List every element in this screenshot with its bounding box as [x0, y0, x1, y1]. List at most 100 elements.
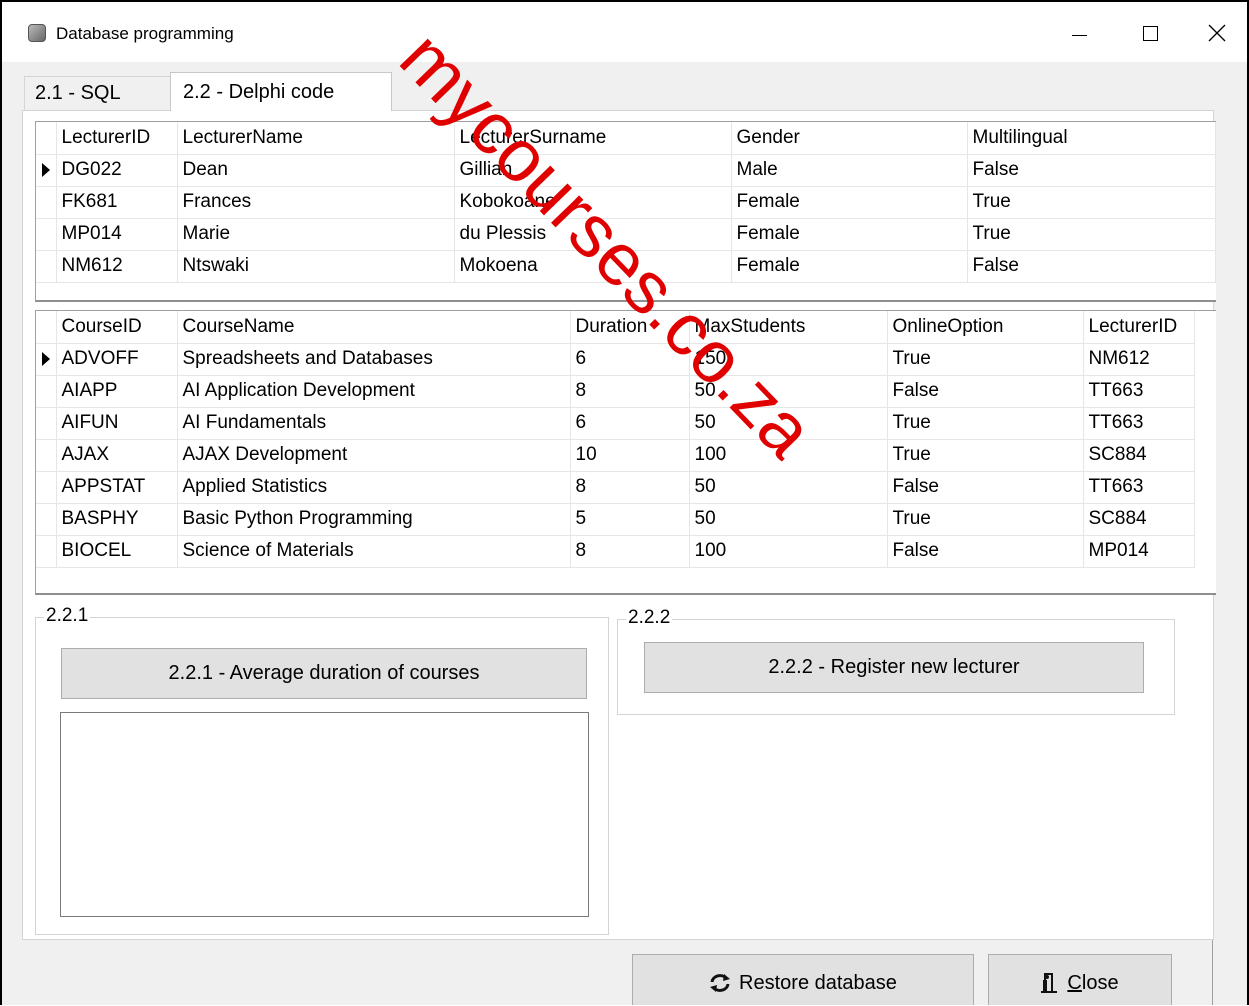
table-cell[interactable]: True	[887, 439, 1084, 472]
courses-grid[interactable]: CourseID CourseName Duration MaxStudents Onl…	[35, 310, 1216, 595]
table-cell[interactable]: True	[967, 218, 1216, 251]
table-cell[interactable]: AIAPP	[56, 375, 178, 408]
table-cell[interactable]: Female	[731, 218, 968, 251]
table-cell[interactable]: 8	[570, 375, 690, 408]
minimize-button[interactable]	[1056, 12, 1102, 52]
row-indicator	[36, 343, 57, 376]
table-cell[interactable]: 5	[570, 503, 690, 536]
table-cell[interactable]: Dean	[177, 154, 455, 187]
table-row[interactable]: BIOCEL Science of Materials 8 100 False MP014	[36, 535, 1195, 568]
table-cell[interactable]: 50	[689, 471, 888, 504]
table-cell[interactable]: Applied Statistics	[177, 471, 571, 504]
column-header[interactable]: MaxStudents	[689, 311, 888, 344]
column-header[interactable]: LecturerSurname	[454, 122, 732, 155]
tab-delphi-code[interactable]: 2.2 - Delphi code	[170, 72, 392, 111]
table-cell[interactable]: Gillian	[454, 154, 732, 187]
column-header[interactable]: LecturerID	[1083, 311, 1195, 344]
table-cell[interactable]: Female	[731, 250, 968, 283]
table-row[interactable]: DG022 Dean Gillian Male False	[36, 154, 1216, 187]
table-cell[interactable]: SC884	[1083, 439, 1195, 472]
table-cell[interactable]: du Plessis	[454, 218, 732, 251]
table-cell[interactable]: AI Application Development	[177, 375, 571, 408]
table-cell[interactable]: Frances	[177, 186, 455, 219]
output-memo[interactable]	[60, 712, 589, 917]
table-cell[interactable]: SC884	[1083, 503, 1195, 536]
table-cell[interactable]: Ntswaki	[177, 250, 455, 283]
table-cell[interactable]: MP014	[56, 218, 178, 251]
table-row[interactable]: AJAX AJAX Development 10 100 True SC884	[36, 439, 1195, 472]
table-cell[interactable]: 50	[689, 375, 888, 408]
table-cell[interactable]: BIOCEL	[56, 535, 178, 568]
column-header[interactable]: Gender	[731, 122, 968, 155]
column-header[interactable]: Multilingual	[967, 122, 1216, 155]
table-cell[interactable]: False	[887, 375, 1084, 408]
table-cell[interactable]: Spreadsheets and Databases	[177, 343, 571, 376]
column-header[interactable]: OnlineOption	[887, 311, 1084, 344]
table-cell[interactable]: 6	[570, 343, 690, 376]
table-cell[interactable]: 100	[689, 535, 888, 568]
table-cell[interactable]: Female	[731, 186, 968, 219]
table-row[interactable]: ADVOFF Spreadsheets and Databases 6 150 True…	[36, 343, 1195, 376]
table-cell[interactable]: TT663	[1083, 407, 1195, 440]
lecturers-grid[interactable]: LecturerID LecturerName LecturerSurname Gen…	[35, 121, 1216, 302]
average-duration-button[interactable]: 2.2.1 - Average duration of courses	[61, 648, 587, 699]
table-cell[interactable]: AI Fundamentals	[177, 407, 571, 440]
table-cell[interactable]: TT663	[1083, 471, 1195, 504]
column-header[interactable]: CourseName	[177, 311, 571, 344]
table-cell[interactable]: Science of Materials	[177, 535, 571, 568]
row-indicator	[36, 218, 57, 251]
table-cell[interactable]: TT663	[1083, 375, 1195, 408]
column-header[interactable]: Duration	[570, 311, 690, 344]
table-row[interactable]: AIAPP AI Application Development 8 50 False T…	[36, 375, 1195, 408]
table-cell[interactable]: AJAX	[56, 439, 178, 472]
table-cell[interactable]: 50	[689, 503, 888, 536]
table-cell[interactable]: BASPHY	[56, 503, 178, 536]
table-cell[interactable]: FK681	[56, 186, 178, 219]
close-button[interactable]: Close	[988, 954, 1172, 1005]
table-row[interactable]: AIFUN AI Fundamentals 6 50 True TT663	[36, 407, 1195, 440]
table-cell[interactable]: True	[887, 343, 1084, 376]
table-cell[interactable]: Basic Python Programming	[177, 503, 571, 536]
table-cell[interactable]: 100	[689, 439, 888, 472]
table-cell[interactable]: MP014	[1083, 535, 1195, 568]
table-row[interactable]: NM612 Ntswaki Mokoena Female False	[36, 250, 1216, 283]
table-cell[interactable]: Marie	[177, 218, 455, 251]
table-cell[interactable]: ADVOFF	[56, 343, 178, 376]
row-indicator	[36, 186, 57, 219]
table-row[interactable]: APPSTAT Applied Statistics 8 50 False TT663	[36, 471, 1195, 504]
table-cell[interactable]: 6	[570, 407, 690, 440]
tab-sql[interactable]: 2.1 - SQL	[24, 76, 172, 110]
maximize-button[interactable]	[1128, 12, 1174, 52]
column-header[interactable]: LecturerID	[56, 122, 178, 155]
table-cell[interactable]: Mokoena	[454, 250, 732, 283]
table-cell[interactable]: 8	[570, 535, 690, 568]
table-cell[interactable]: NM612	[56, 250, 178, 283]
table-cell[interactable]: False	[887, 471, 1084, 504]
table-row[interactable]: MP014 Marie du Plessis Female True	[36, 218, 1216, 251]
table-cell[interactable]: 8	[570, 471, 690, 504]
table-row[interactable]: FK681 Frances Kobokoane Female True	[36, 186, 1216, 219]
table-cell[interactable]: True	[887, 407, 1084, 440]
table-cell[interactable]: Male	[731, 154, 968, 187]
table-cell[interactable]: Kobokoane	[454, 186, 732, 219]
table-cell[interactable]: DG022	[56, 154, 178, 187]
table-cell[interactable]: False	[887, 535, 1084, 568]
table-cell[interactable]: NM612	[1083, 343, 1195, 376]
table-cell[interactable]: False	[967, 250, 1216, 283]
table-cell[interactable]: 150	[689, 343, 888, 376]
table-cell[interactable]: True	[967, 186, 1216, 219]
close-window-button[interactable]	[1194, 12, 1240, 52]
column-header[interactable]: CourseID	[56, 311, 178, 344]
table-cell[interactable]: 10	[570, 439, 690, 472]
register-lecturer-button[interactable]: 2.2.2 - Register new lecturer	[644, 642, 1144, 693]
table-cell[interactable]: APPSTAT	[56, 471, 178, 504]
table-cell[interactable]: False	[967, 154, 1216, 187]
restore-database-button[interactable]: Restore database	[632, 954, 974, 1005]
table-cell[interactable]: True	[887, 503, 1084, 536]
table-cell[interactable]: 50	[689, 407, 888, 440]
column-header[interactable]: LecturerName	[177, 122, 455, 155]
table-cell[interactable]: AIFUN	[56, 407, 178, 440]
average-duration-button-label: 2.2.1 - Average duration of courses	[168, 662, 480, 684]
table-cell[interactable]: AJAX Development	[177, 439, 571, 472]
table-row[interactable]: BASPHY Basic Python Programming 5 50 True SC8…	[36, 503, 1195, 536]
